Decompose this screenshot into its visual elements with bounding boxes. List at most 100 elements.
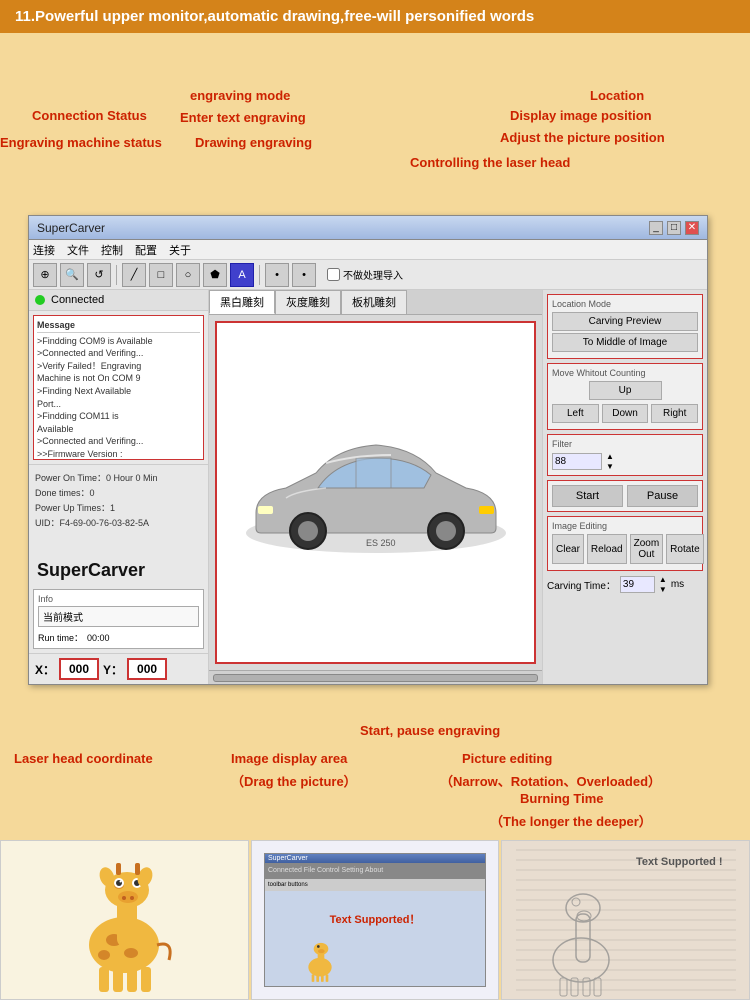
label-start-pause-engraving: Start, pause engraving	[360, 723, 500, 738]
toolbar-btn-1[interactable]: 🔍	[60, 263, 84, 287]
time-up-arrow[interactable]: ▲	[659, 575, 667, 584]
toolbar-btn-4[interactable]: □	[149, 263, 173, 287]
message-box: Message >Findding COM9 is Available >Con…	[33, 315, 204, 460]
label-burning-time: Burning Time	[520, 791, 604, 806]
msg-line-5: Port...	[37, 398, 200, 411]
no-process-checkbox[interactable]	[327, 268, 340, 281]
toolbar: ⊕ 🔍 ↺ ╱ □ ○ ⬟ A • • 不做处理导入	[29, 260, 707, 290]
time-down-arrow[interactable]: ▼	[659, 585, 667, 594]
reload-button[interactable]: Reload	[587, 534, 627, 564]
menu-bar: 连接 文件 控制 配置 关于	[29, 240, 707, 260]
horizontal-scrollbar[interactable]	[213, 674, 538, 682]
close-button[interactable]: ✕	[685, 221, 699, 235]
location-mode-title: Location Mode	[552, 299, 698, 309]
mini-giraffe	[295, 932, 345, 986]
label-drag-picture: （Drag the picture）	[231, 771, 357, 790]
move-left-button[interactable]: Left	[552, 404, 599, 423]
maximize-button[interactable]: □	[667, 221, 681, 235]
toolbar-checkbox-area: 不做处理导入	[327, 267, 403, 282]
move-right-button[interactable]: Right	[651, 404, 698, 423]
uid: UID：F4-69-00-76-03-82-5A	[35, 516, 202, 529]
y-value: 000	[127, 658, 167, 680]
giraffe-svg	[49, 845, 199, 995]
software-window: SuperCarver _ □ ✕ 连接 文件 控制 配置 关于 ⊕ 🔍 ↺ ╱…	[28, 215, 708, 685]
msg-line-4: >Finding Next Available	[37, 385, 200, 398]
giraffe-image	[0, 840, 249, 1000]
toolbar-btn-6[interactable]: ⬟	[203, 263, 227, 287]
to-middle-button[interactable]: To Middle of Image	[552, 333, 698, 352]
label-laser-head-coordinate: Laser head coordinate	[14, 751, 153, 766]
done-times: Done times：0	[35, 486, 202, 499]
menu-control[interactable]: 控制	[101, 242, 123, 258]
tab-gray[interactable]: 灰度雕刻	[275, 290, 341, 314]
label-enter-text-engraving: Enter text engraving	[180, 110, 306, 125]
toolbar-btn-9[interactable]: •	[292, 263, 316, 287]
label-location: Location	[590, 88, 644, 103]
brand-name: SuperCarver	[29, 556, 208, 585]
image-display-area[interactable]: ES 250	[215, 321, 536, 664]
msg-line-3: Machine is not On COM 9	[37, 372, 200, 385]
power-on-time: Power On Time：0 Hour 0 Min	[35, 471, 202, 484]
toolbar-btn-5[interactable]: ○	[176, 263, 200, 287]
main-content: Connected Message >Findding COM9 is Avai…	[29, 290, 707, 684]
carving-time-row: Carving Time： ▲ ▼ ms	[547, 575, 703, 594]
screenshot-inner: SuperCarver Connected File Control Setti…	[264, 853, 486, 987]
label-engraving-machine-status: Engraving machine status	[0, 135, 162, 150]
no-process-label: 不做处理导入	[343, 267, 403, 282]
move-up-button[interactable]: Up	[589, 381, 662, 400]
tab-bw[interactable]: 黑白雕刻	[209, 290, 275, 314]
carving-preview-button[interactable]: Carving Preview	[552, 312, 698, 331]
rotate-button[interactable]: Rotate	[666, 534, 703, 564]
toolbar-btn-7[interactable]: A	[230, 263, 254, 287]
move-down-button[interactable]: Down	[602, 404, 649, 423]
filter-title: Filter	[552, 439, 698, 449]
label-display-image-position: Display image position	[510, 108, 652, 123]
label-connection-status: Connection Status	[32, 108, 147, 123]
image-editing-section: Image Editing Clear Reload Zoom Out Rota…	[547, 516, 703, 571]
move-lr-row: Left Down Right	[552, 404, 698, 425]
coordinate-bar: X： 000 Y： 000	[29, 653, 208, 684]
minimize-button[interactable]: _	[649, 221, 663, 235]
msg-line-10: >>Firmware Version :	[37, 448, 200, 460]
zoom-out-button[interactable]: Zoom Out	[630, 534, 664, 564]
menu-connect[interactable]: 连接	[33, 242, 55, 258]
msg-line-0: >Findding COM9 is Available	[37, 335, 200, 348]
menu-file[interactable]: 文件	[67, 242, 89, 258]
fabric-image: Text Supported !	[501, 840, 750, 1000]
move-section: Move Whitout Counting Up Left Down Right	[547, 363, 703, 430]
filter-down-arrow[interactable]: ▼	[606, 462, 614, 471]
toolbar-btn-0[interactable]: ⊕	[33, 263, 57, 287]
msg-line-2: >Verify Failed！Engraving	[37, 360, 200, 373]
run-time-value: 00:00	[87, 633, 110, 643]
start-button[interactable]: Start	[552, 485, 623, 507]
menu-config[interactable]: 配置	[135, 242, 157, 258]
svg-text:ES 250: ES 250	[366, 538, 396, 548]
carving-time-unit: ms	[671, 579, 684, 590]
carving-time-label: Carving Time：	[547, 577, 616, 592]
label-longer-deeper: （The longer the deeper）	[490, 811, 652, 830]
label-drawing-engraving: Drawing engraving	[195, 135, 312, 150]
x-value: 000	[59, 658, 99, 680]
start-pause-section: Start Pause	[547, 480, 703, 512]
carving-time-input[interactable]	[620, 576, 655, 593]
toolbar-btn-2[interactable]: ↺	[87, 263, 111, 287]
filter-up-arrow[interactable]: ▲	[606, 452, 614, 461]
pause-button[interactable]: Pause	[627, 485, 698, 507]
car-image: ES 250	[236, 413, 516, 573]
toolbar-btn-3[interactable]: ╱	[122, 263, 146, 287]
toolbar-btn-8[interactable]: •	[265, 263, 289, 287]
screenshot-image: SuperCarver Connected File Control Setti…	[251, 840, 500, 1000]
menu-about[interactable]: 关于	[169, 242, 191, 258]
center-area: 黑白雕刻 灰度雕刻 板机雕刻	[209, 290, 542, 684]
fabric-svg: Text Supported !	[516, 840, 736, 1000]
msg-line-1: >Connected and Verifing...	[37, 347, 200, 360]
clear-button[interactable]: Clear	[552, 534, 584, 564]
x-label: X：	[35, 661, 55, 678]
label-controlling-laser: Controlling the laser head	[410, 155, 570, 170]
window-title: SuperCarver	[37, 221, 105, 235]
filter-input[interactable]	[552, 453, 602, 470]
info-box-label: Info	[38, 594, 199, 604]
label-narrow-rotation: （Narrow、Rotation、Overloaded）	[440, 771, 661, 790]
screenshot-title: SuperCarver	[265, 854, 485, 863]
tab-trigger[interactable]: 板机雕刻	[341, 290, 407, 314]
